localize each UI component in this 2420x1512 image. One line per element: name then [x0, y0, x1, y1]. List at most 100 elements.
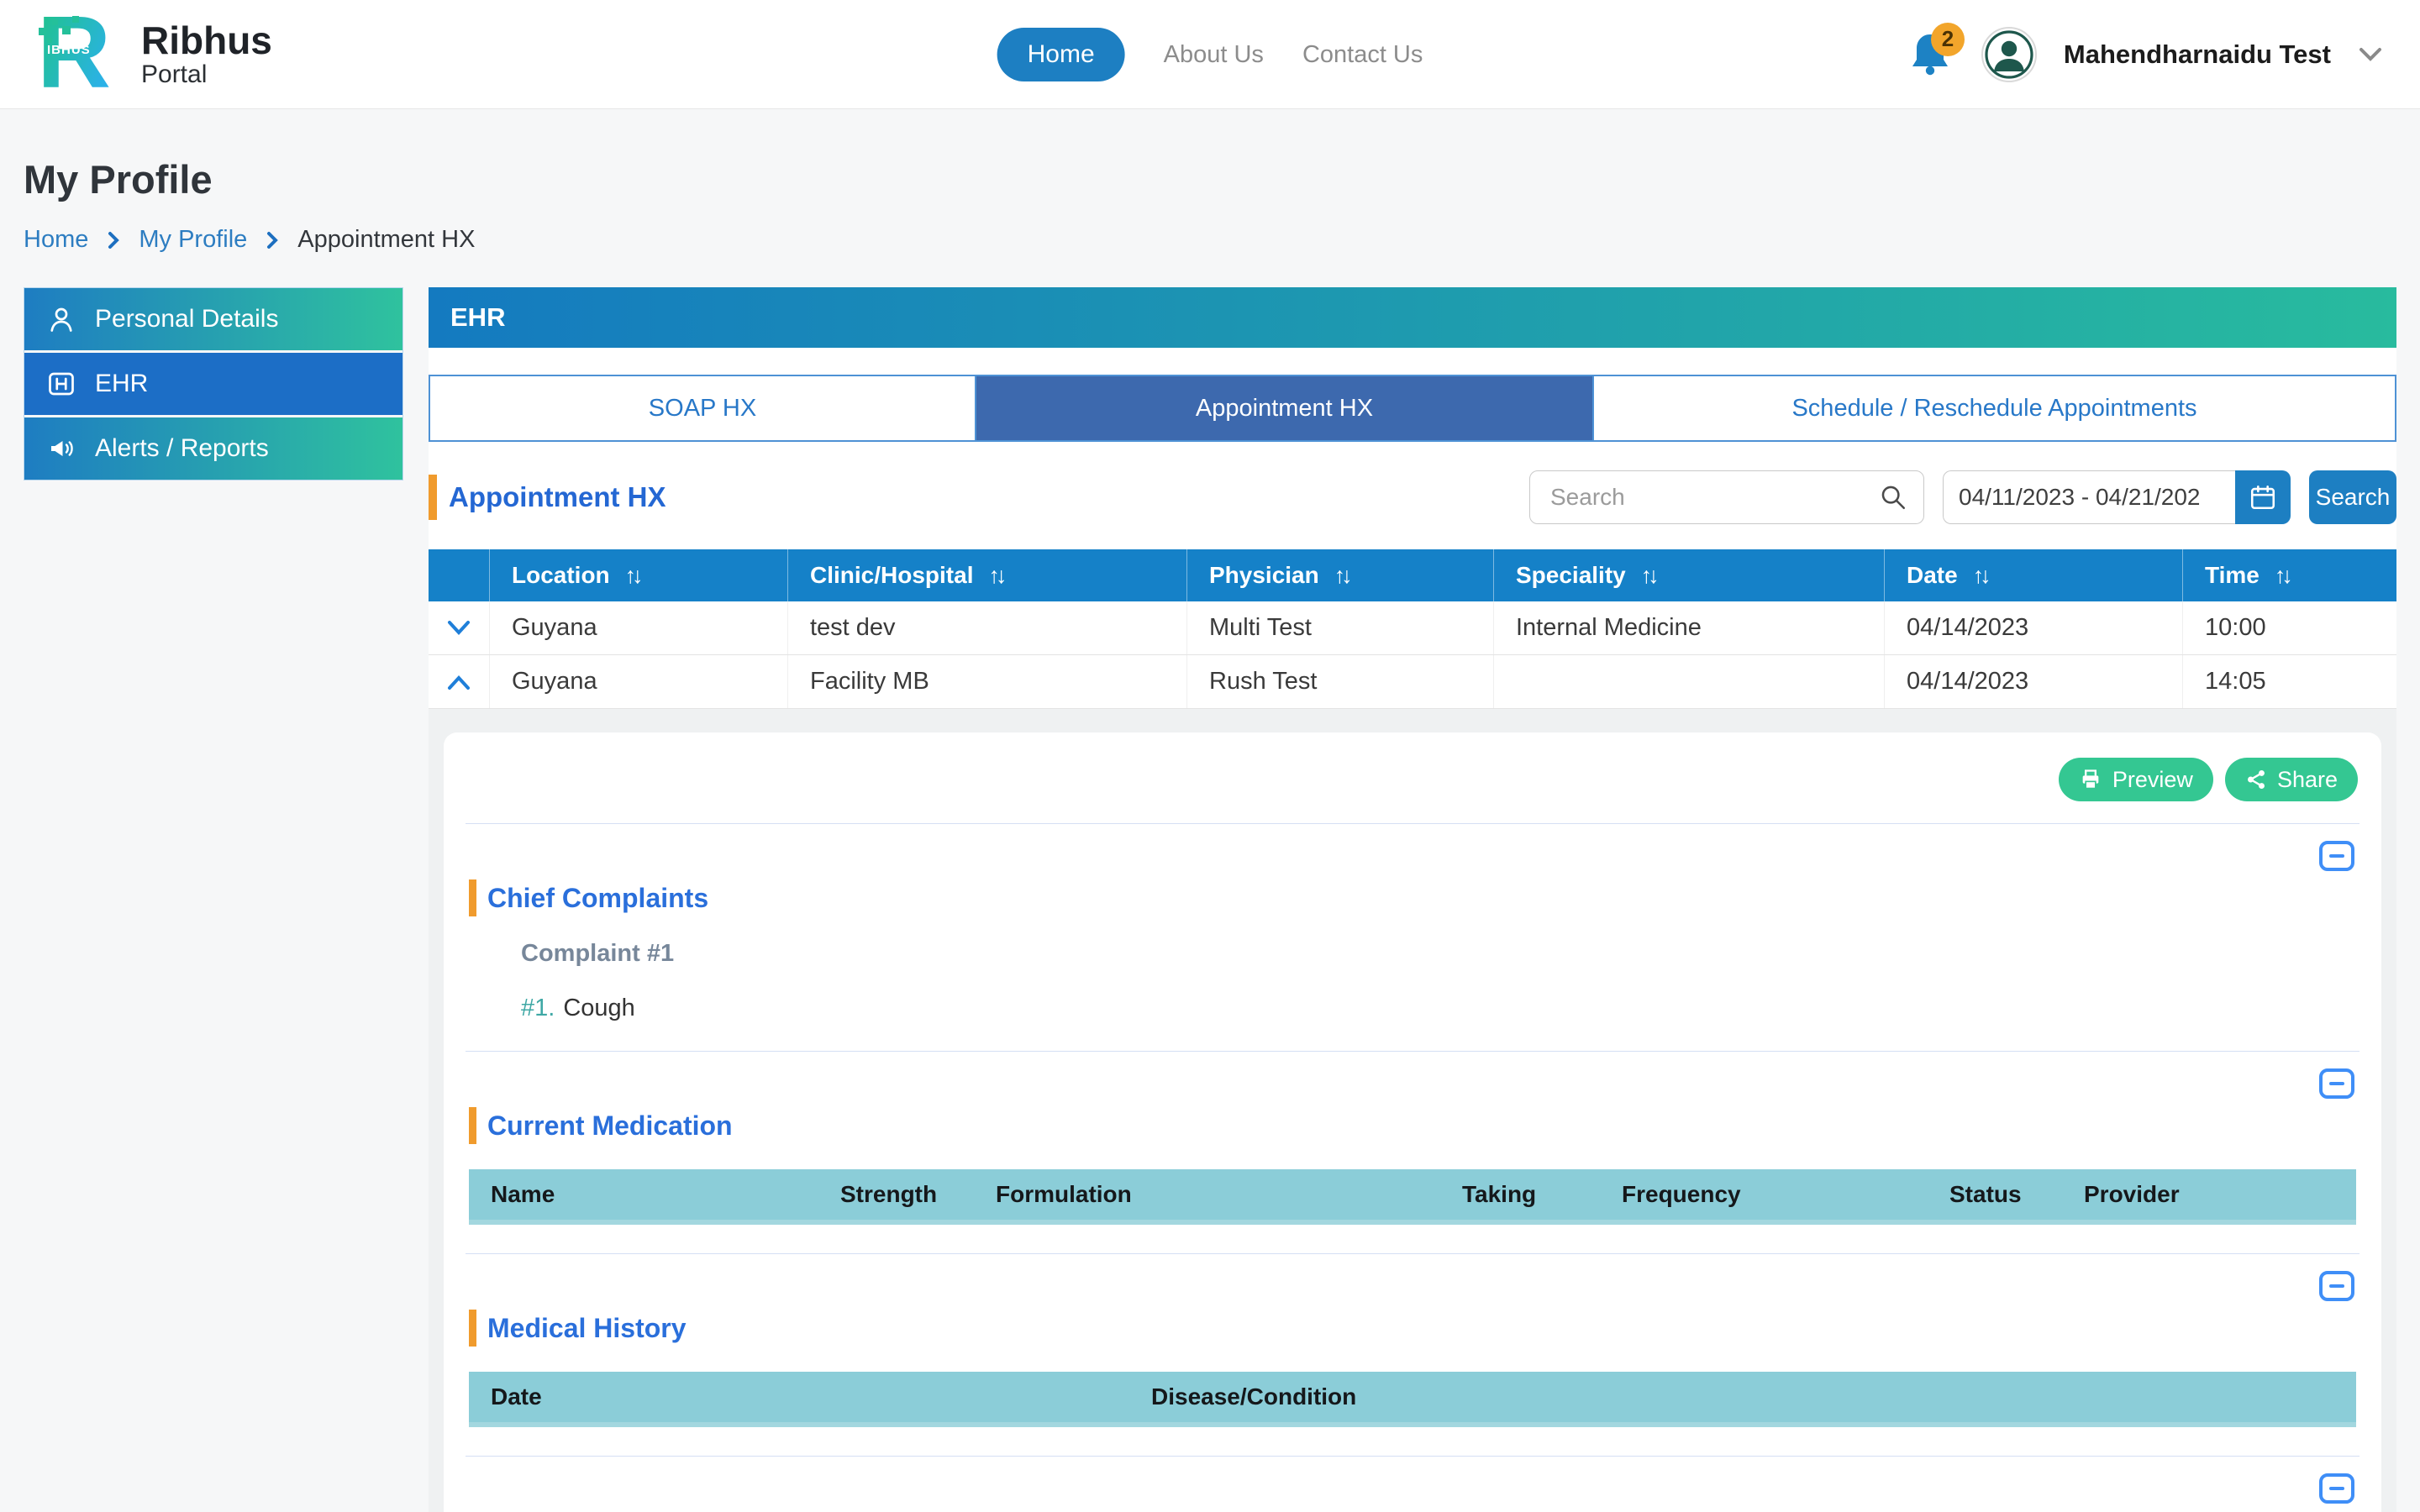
- preview-button[interactable]: Preview: [2059, 758, 2213, 801]
- share-button[interactable]: Share: [2225, 758, 2358, 801]
- notification-bell[interactable]: 2: [1907, 29, 1954, 80]
- avatar[interactable]: [1981, 27, 2037, 82]
- appointments-table-header: Location ↑↓ Clinic/Hospital ↑↓ Physician…: [429, 549, 2396, 601]
- column-date: Date ↑↓: [1885, 549, 2183, 601]
- printer-icon: [2079, 768, 2102, 791]
- ribhus-logo: R IBHUS: [37, 9, 124, 100]
- column-time: Time ↑↓: [2183, 549, 2396, 601]
- megaphone-icon: [46, 433, 76, 464]
- accent-bar: [429, 475, 437, 520]
- nav-about-us[interactable]: About Us: [1164, 41, 1264, 69]
- sidebar-item-personal-details[interactable]: Personal Details: [24, 288, 402, 350]
- search-button[interactable]: Search: [2309, 470, 2396, 524]
- column-physician: Physician ↑↓: [1187, 549, 1494, 601]
- user-name: Mahendharnaidu Test: [2064, 39, 2331, 70]
- medication-table-header: Name Strength Formulation Taking Frequen…: [469, 1169, 2356, 1225]
- user-menu-chevron-down-icon[interactable]: [2358, 46, 2383, 63]
- brand-subtitle: Portal: [141, 60, 272, 89]
- breadcrumb-chevron-icon: [107, 230, 120, 250]
- complaint-number: #1.: [521, 995, 555, 1022]
- nav-contact-us[interactable]: Contact Us: [1302, 41, 1423, 69]
- date-range-picker: [1943, 470, 2291, 524]
- sort-icon[interactable]: ↑↓: [988, 563, 1002, 589]
- chevron-down-icon: [446, 620, 471, 637]
- accent-bar: [469, 879, 476, 916]
- cell-location: Guyana: [490, 601, 788, 654]
- tab-schedule-reschedule[interactable]: Schedule / Reschedule Appointments: [1592, 376, 2395, 440]
- sidebar-item-label: EHR: [95, 370, 148, 398]
- search-input[interactable]: [1529, 470, 1924, 524]
- complaint-text: Cough: [563, 995, 634, 1022]
- column-name: Name: [469, 1181, 818, 1208]
- breadcrumb: Home My Profile Appointment HX: [24, 226, 2396, 254]
- column-speciality: Speciality ↑↓: [1494, 549, 1885, 601]
- sort-icon[interactable]: ↑↓: [625, 563, 639, 589]
- user-area: 2 Mahendharnaidu Test: [1907, 27, 2383, 82]
- minus-icon: [2329, 1487, 2344, 1490]
- breadcrumb-current: Appointment HX: [297, 226, 475, 254]
- column-date: Date: [469, 1383, 1129, 1410]
- collapse-row-button[interactable]: [429, 655, 490, 708]
- tab-appointment-hx[interactable]: Appointment HX: [975, 376, 1592, 440]
- cell-date: 04/14/2023: [1885, 601, 2183, 654]
- nav-home[interactable]: Home: [997, 28, 1125, 81]
- tab-soap-hx[interactable]: SOAP HX: [430, 376, 975, 440]
- breadcrumb-home[interactable]: Home: [24, 226, 88, 254]
- cell-location: Guyana: [490, 655, 788, 708]
- logo-pixel-dot: [62, 26, 71, 34]
- sort-icon[interactable]: ↑↓: [1334, 563, 1349, 589]
- ehr-panel: EHR SOAP HX Appointment HX Schedule / Re…: [429, 287, 2396, 1512]
- column-formulation: Formulation: [974, 1181, 1440, 1208]
- calendar-icon: [2249, 483, 2277, 512]
- person-icon: [46, 304, 76, 334]
- page-title: My Profile: [24, 156, 2396, 202]
- brand: R IBHUS Ribhus Portal: [37, 9, 272, 100]
- column-strength: Strength: [818, 1181, 974, 1208]
- collapse-section-button[interactable]: [2319, 1271, 2354, 1301]
- cell-physician: Rush Test: [1187, 655, 1494, 708]
- minus-icon: [2329, 854, 2344, 858]
- surgical-history-section: Surgical History Date Name: [466, 1456, 2360, 1512]
- collapse-section-button[interactable]: [2319, 1068, 2354, 1099]
- minus-icon: [2329, 1082, 2344, 1085]
- cell-physician: Multi Test: [1187, 601, 1494, 654]
- sidebar-item-alerts-reports[interactable]: Alerts / Reports: [24, 417, 402, 480]
- collapse-section-button[interactable]: [2319, 1473, 2354, 1504]
- cell-speciality: Internal Medicine: [1494, 601, 1885, 654]
- current-medication-section: Current Medication Name Strength Formula…: [466, 1051, 2360, 1253]
- notification-badge: 2: [1931, 23, 1965, 56]
- ehr-panel-header: EHR: [429, 287, 2396, 348]
- breadcrumb-my-profile[interactable]: My Profile: [139, 226, 247, 254]
- accent-bar: [469, 1107, 476, 1144]
- section-title: Current Medication: [469, 1107, 2356, 1144]
- sort-icon[interactable]: ↑↓: [1641, 563, 1655, 589]
- header-expander-column: [429, 549, 490, 601]
- search-icon: [1879, 483, 1907, 512]
- top-bar: R IBHUS Ribhus Portal Home About Us Cont…: [0, 0, 2420, 109]
- brand-name: Ribhus: [141, 20, 272, 60]
- breadcrumb-chevron-icon: [266, 230, 279, 250]
- calendar-button[interactable]: [2235, 470, 2291, 524]
- logo-pixel-dot: [39, 28, 46, 35]
- column-frequency: Frequency: [1600, 1181, 1928, 1208]
- main-nav: Home About Us Contact Us: [997, 0, 1423, 109]
- page-body: My Profile Home My Profile Appointment H…: [0, 156, 2420, 1512]
- table-controls: Search: [1529, 470, 2396, 524]
- column-status: Status: [1928, 1181, 2062, 1208]
- sort-icon[interactable]: ↑↓: [1973, 563, 1987, 589]
- sidebar-item-label: Alerts / Reports: [95, 434, 269, 463]
- column-location: Location ↑↓: [490, 549, 788, 601]
- sidebar-item-ehr[interactable]: EHR: [24, 353, 402, 415]
- column-taking: Taking: [1440, 1181, 1600, 1208]
- expand-row-button[interactable]: [429, 601, 490, 654]
- medical-history-table-header: Date Disease/Condition: [469, 1372, 2356, 1427]
- cell-clinic: test dev: [788, 601, 1187, 654]
- logo-pixel-dot: [52, 19, 58, 25]
- sort-icon[interactable]: ↑↓: [2275, 563, 2289, 589]
- sidebar-item-label: Personal Details: [95, 305, 278, 333]
- chevron-up-icon: [446, 674, 471, 690]
- collapse-section-button[interactable]: [2319, 841, 2354, 871]
- complaint-item: #1. Cough: [521, 995, 2356, 1022]
- logo-pixel-dot: [72, 16, 79, 23]
- date-range-input[interactable]: [1943, 470, 2235, 524]
